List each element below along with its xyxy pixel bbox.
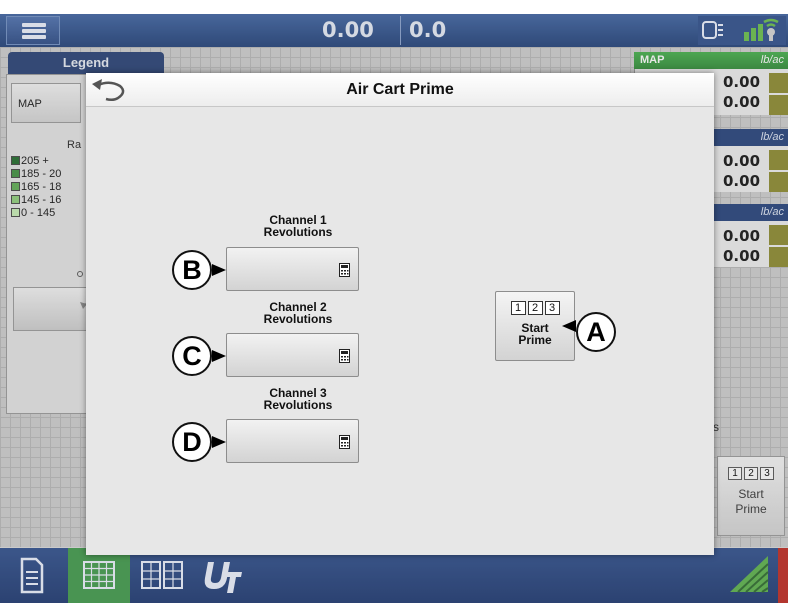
dialog-title: Air Cart Prime	[346, 81, 454, 98]
callout-d: D	[172, 422, 212, 462]
calculator-icon	[339, 263, 350, 277]
callout-a: A	[576, 312, 616, 352]
air-cart-prime-dialog: Air Cart Prime Channel 1 Revolutions B C…	[86, 73, 714, 555]
callout-d-arrow	[212, 436, 226, 448]
callout-b-arrow	[212, 264, 226, 276]
app-screen: 0.00 0.0 Legend MAP Ra 205 + 185 - 20 16…	[0, 14, 788, 603]
channel-numbers: 123	[496, 298, 574, 316]
calculator-icon	[339, 349, 350, 363]
channel-1-revolutions-field[interactable]	[226, 247, 359, 291]
dialog-title-bar: Air Cart Prime	[86, 73, 714, 107]
channel-2-revolutions-field[interactable]	[226, 333, 359, 377]
callout-c: C	[172, 336, 212, 376]
calculator-icon	[339, 435, 350, 449]
callout-b: B	[172, 250, 212, 290]
channel-3-label: Channel 3 Revolutions	[263, 386, 333, 412]
callout-c-arrow	[212, 350, 226, 362]
channel-1-label: Channel 1 Revolutions	[263, 213, 333, 239]
callout-a-arrow	[562, 320, 576, 332]
channel-3-revolutions-field[interactable]	[226, 419, 359, 463]
channel-2-label: Channel 2 Revolutions	[263, 300, 333, 326]
